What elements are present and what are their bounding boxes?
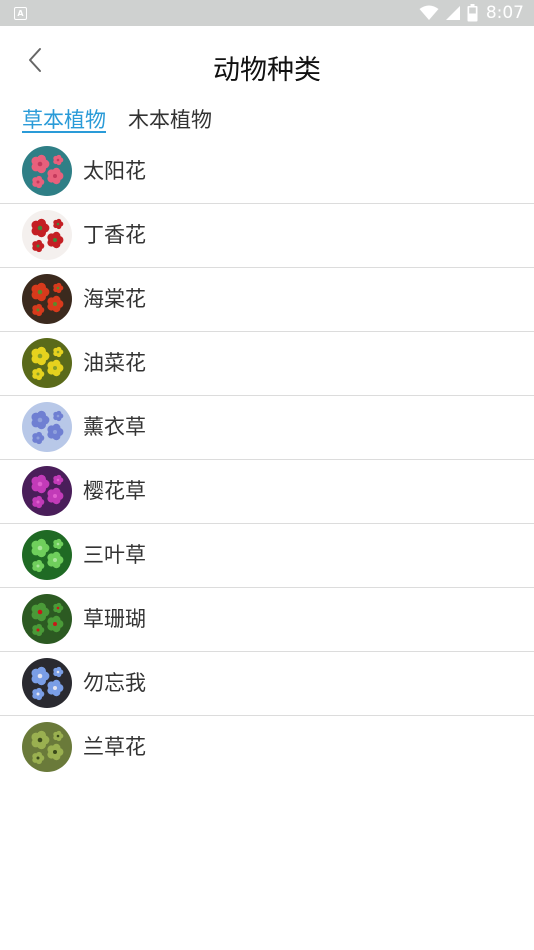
plant-name: 樱花草 [83, 479, 146, 503]
plant-name: 太阳花 [83, 159, 146, 183]
flower-icon [22, 338, 72, 388]
plant-thumbnail [22, 274, 72, 324]
plant-thumbnail [22, 466, 72, 516]
status-icons: 8:07 [419, 0, 524, 26]
plant-list: 太阳花丁香花海棠花油菜花薰衣草樱花草三叶草草珊瑚勿忘我兰草花 [0, 140, 534, 779]
flower-icon [22, 722, 72, 772]
plant-thumbnail [22, 722, 72, 772]
plant-thumbnail [22, 338, 72, 388]
plant-name: 油菜花 [83, 351, 146, 375]
battery-icon [467, 4, 478, 22]
notification-a-icon: A [14, 6, 27, 20]
flower-icon [22, 658, 72, 708]
tab-herbaceous[interactable]: 草本植物 [22, 104, 106, 134]
plant-name: 草珊瑚 [83, 607, 146, 631]
flower-icon [22, 402, 72, 452]
status-bar: A 8:07 [0, 0, 534, 26]
list-item[interactable]: 薰衣草 [0, 396, 534, 460]
app-header: 动物种类 [0, 26, 534, 106]
plant-name: 三叶草 [83, 543, 146, 567]
flower-icon [22, 146, 72, 196]
plant-thumbnail [22, 402, 72, 452]
list-item[interactable]: 丁香花 [0, 204, 534, 268]
category-tabs: 草本植物 木本植物 [22, 104, 212, 134]
plant-thumbnail [22, 530, 72, 580]
list-item[interactable]: 勿忘我 [0, 652, 534, 716]
plant-name: 薰衣草 [83, 415, 146, 439]
list-item[interactable]: 油菜花 [0, 332, 534, 396]
plant-thumbnail [22, 146, 72, 196]
list-item[interactable]: 草珊瑚 [0, 588, 534, 652]
wifi-icon [419, 5, 439, 20]
plant-name: 兰草花 [83, 735, 146, 759]
plant-thumbnail [22, 594, 72, 644]
plant-name: 海棠花 [83, 287, 146, 311]
plant-name: 勿忘我 [83, 671, 146, 695]
page-title: 动物种类 [213, 55, 321, 86]
plant-name: 丁香花 [83, 223, 146, 247]
tab-woody[interactable]: 木本植物 [128, 104, 212, 134]
list-item[interactable]: 海棠花 [0, 268, 534, 332]
flower-icon [22, 594, 72, 644]
list-item[interactable]: 樱花草 [0, 460, 534, 524]
flower-icon [22, 274, 72, 324]
plant-thumbnail [22, 658, 72, 708]
signal-icon [445, 6, 460, 20]
list-item[interactable]: 三叶草 [0, 524, 534, 588]
list-item[interactable]: 兰草花 [0, 716, 534, 779]
list-item[interactable]: 太阳花 [0, 140, 534, 204]
plant-thumbnail [22, 210, 72, 260]
flower-icon [22, 210, 72, 260]
flower-icon [22, 530, 72, 580]
flower-icon [22, 466, 72, 516]
status-time: 8:07 [485, 3, 524, 23]
